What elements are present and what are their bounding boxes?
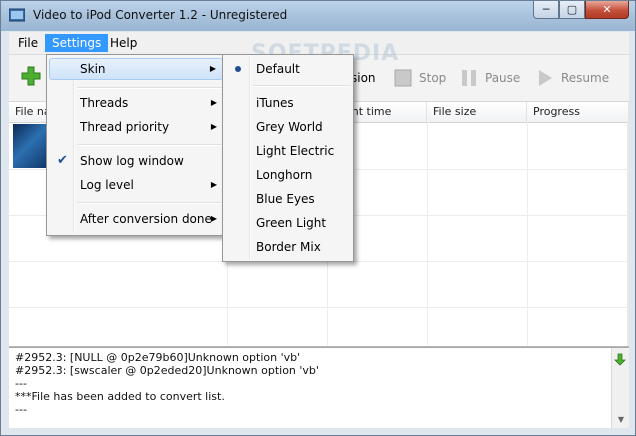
submenu-arrow-icon: ▶ xyxy=(210,214,217,223)
submenu-arrow-icon: ▶ xyxy=(209,64,216,73)
app-window: Video to iPod Converter 1.2 - Unregister… xyxy=(0,0,636,436)
video-thumbnail[interactable] xyxy=(13,124,49,168)
menu-item-label: Grey World xyxy=(256,120,323,134)
pause-button[interactable]: Pause xyxy=(459,67,520,89)
scroll-down-icon[interactable]: ▼ xyxy=(618,415,624,424)
pause-label: Pause xyxy=(485,71,521,85)
menu-file[interactable]: File xyxy=(11,34,45,52)
log-line: --- xyxy=(15,377,27,390)
log-line: ***File has been added to convert list. xyxy=(15,390,225,403)
skin-option-longhorn[interactable]: Longhorn xyxy=(225,164,351,186)
skin-submenu: Default iTunes Grey World Light Electric… xyxy=(222,54,354,262)
menu-item-label: Green Light xyxy=(256,216,327,230)
start-conversion-button[interactable]: sion xyxy=(351,67,376,89)
menu-item-label: Threads xyxy=(80,96,129,110)
stop-label: Stop xyxy=(419,71,447,85)
column-file-size[interactable]: File size xyxy=(427,102,527,122)
radio-bullet-icon xyxy=(235,66,241,72)
menu-item-label: Thread priority xyxy=(80,120,170,134)
menu-item-label: Log level xyxy=(80,178,134,192)
menu-item-label: Longhorn xyxy=(256,168,313,182)
app-icon xyxy=(9,8,25,22)
menu-item-label: Light Electric xyxy=(256,144,335,158)
skin-option-light-electric[interactable]: Light Electric xyxy=(225,140,351,162)
checkmark-icon: ✔ xyxy=(57,153,68,168)
minimize-icon: ─ xyxy=(542,3,550,16)
menu-item-label: iTunes xyxy=(256,96,294,110)
minimize-button[interactable]: ─ xyxy=(533,1,559,19)
log-line: --- xyxy=(15,403,27,416)
skin-option-blue-eyes[interactable]: Blue Eyes xyxy=(225,188,351,210)
close-icon: ✕ xyxy=(602,3,612,16)
menu-item-after-conversion-done[interactable]: After conversion done ▶ xyxy=(49,208,223,230)
stop-icon xyxy=(394,69,412,87)
submenu-arrow-icon: ▶ xyxy=(210,180,217,189)
menu-help[interactable]: Help xyxy=(103,34,144,52)
menu-settings[interactable]: Settings xyxy=(45,34,109,52)
submenu-arrow-icon: ▶ xyxy=(210,122,217,131)
stop-button[interactable]: Stop xyxy=(393,67,446,89)
add-file-button[interactable] xyxy=(21,65,41,87)
resume-button[interactable]: Resume xyxy=(535,67,609,89)
resume-label: Resume xyxy=(561,71,610,85)
maximize-icon: ▢ xyxy=(566,3,578,16)
submenu-arrow-icon: ▶ xyxy=(210,98,217,107)
window-title: Video to iPod Converter 1.2 - Unregister… xyxy=(33,8,288,22)
menu-item-log-level[interactable]: Log level ▶ xyxy=(49,174,223,196)
pause-icon xyxy=(462,70,476,86)
column-progress[interactable]: Progress xyxy=(527,102,629,122)
menu-item-label: Skin xyxy=(80,62,106,76)
skin-option-border-mix[interactable]: Border Mix xyxy=(225,236,351,258)
title-bar: Video to iPod Converter 1.2 - Unregister… xyxy=(1,1,635,31)
log-window: #2952.3: [NULL @ 0p2e79b60]Unknown optio… xyxy=(9,347,629,428)
menu-item-skin[interactable]: Skin ▶ xyxy=(49,58,223,80)
log-line: #2952.3: [swscaler @ 0p2eded20]Unknown o… xyxy=(15,364,319,377)
skin-option-green-light[interactable]: Green Light xyxy=(225,212,351,234)
start-conversion-label: sion xyxy=(351,71,376,85)
menu-item-label: Border Mix xyxy=(256,240,321,254)
play-icon xyxy=(539,70,552,86)
menu-item-threads[interactable]: Threads ▶ xyxy=(49,92,223,114)
skin-option-itunes[interactable]: iTunes xyxy=(225,92,351,114)
menu-item-thread-priority[interactable]: Thread priority ▶ xyxy=(49,116,223,138)
close-button[interactable]: ✕ xyxy=(585,1,629,19)
skin-option-default[interactable]: Default xyxy=(225,58,351,80)
menu-item-label: Blue Eyes xyxy=(256,192,315,206)
log-scrollbar[interactable]: ▼ xyxy=(611,348,629,428)
menu-item-show-log-window[interactable]: ✔ Show log window xyxy=(49,150,223,172)
menu-item-label: Default xyxy=(256,62,300,76)
menu-item-label: After conversion done xyxy=(80,212,212,226)
plus-icon xyxy=(21,66,41,86)
download-arrow-icon[interactable] xyxy=(613,353,627,367)
menu-item-label: Show log window xyxy=(80,154,184,168)
settings-menu: Skin ▶ Threads ▶ Thread priority ▶ ✔ Sho… xyxy=(46,54,226,236)
log-line: #2952.3: [NULL @ 0p2e79b60]Unknown optio… xyxy=(15,351,301,364)
skin-option-grey-world[interactable]: Grey World xyxy=(225,116,351,138)
maximize-button[interactable]: ▢ xyxy=(559,1,585,19)
